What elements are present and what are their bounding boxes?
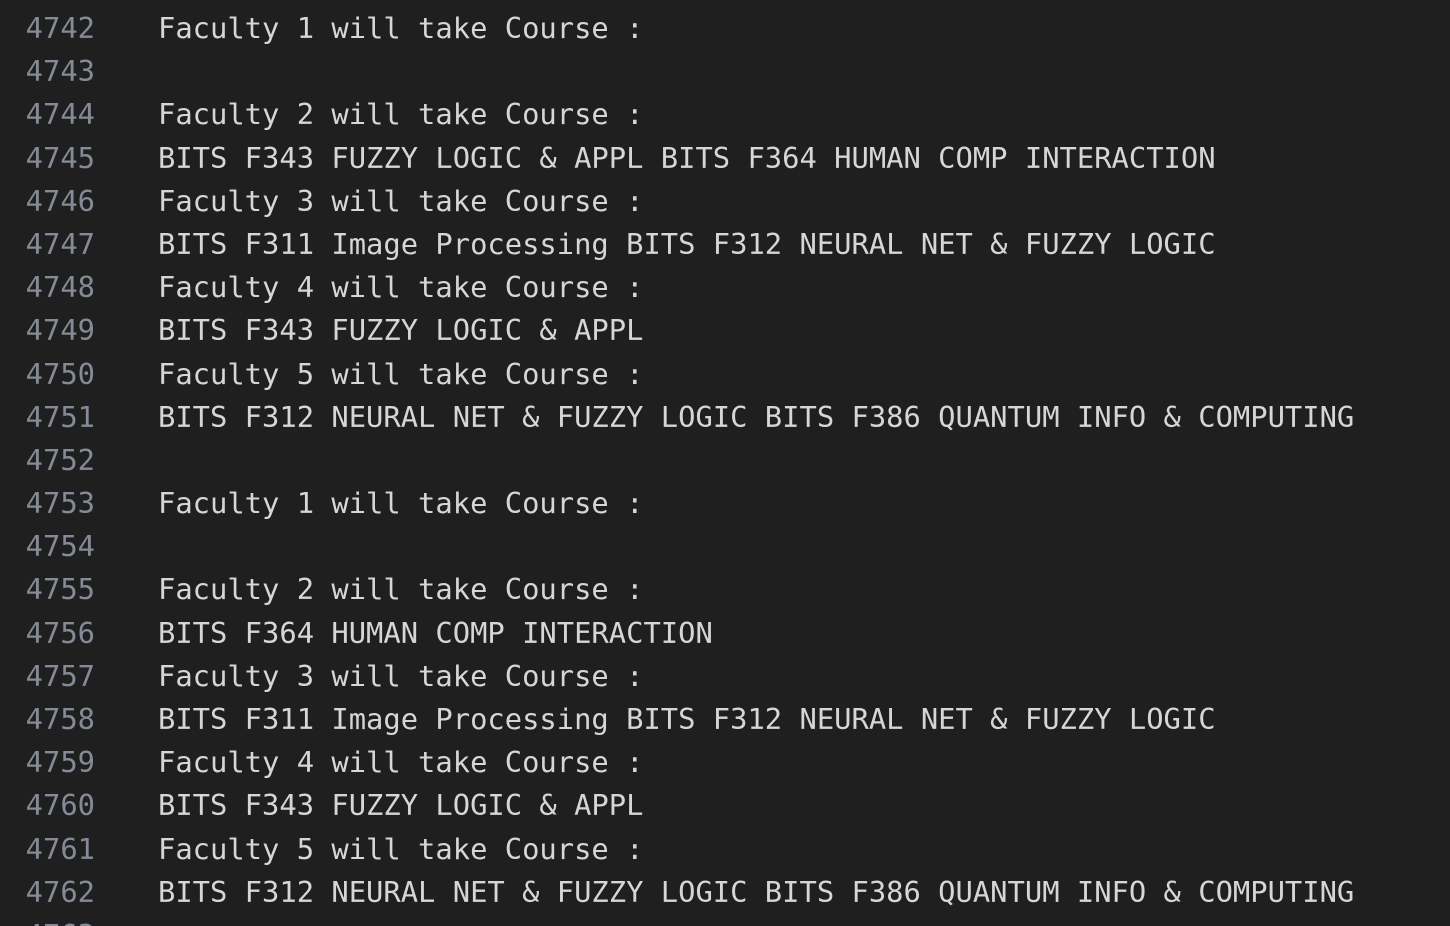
editor-line[interactable]: 4745 BITS F343 FUZZY LOGIC & APPL BITS F3… — [0, 137, 1450, 180]
editor-line[interactable]: 4756 BITS F364 HUMAN COMP INTERACTION — [0, 612, 1450, 655]
line-text[interactable]: Faculty 2 will take Course : — [95, 568, 1450, 611]
line-text[interactable] — [95, 50, 1450, 93]
line-number: 4761 — [25, 831, 95, 866]
editor-line[interactable]: 4751 BITS F312 NEURAL NET & FUZZY LOGIC B… — [0, 396, 1450, 439]
line-text[interactable]: Faculty 5 will take Course : — [95, 828, 1450, 871]
line-text[interactable]: Faculty 2 will take Course : — [95, 93, 1450, 136]
editor-line[interactable]: 4742 Faculty 1 will take Course : — [0, 7, 1450, 50]
line-number: 4748 — [25, 270, 95, 305]
editor-line[interactable]: 4747 BITS F311 Image Processing BITS F312… — [0, 223, 1450, 266]
editor-line[interactable]: 4753 Faculty 1 will take Course : — [0, 482, 1450, 525]
line-number: 4763 — [0, 914, 95, 926]
code-editor[interactable]: 4742 Faculty 1 will take Course :4743 4744… — [0, 0, 1450, 926]
editor-line[interactable]: 4759 Faculty 4 will take Course : — [0, 741, 1450, 784]
line-number: 4755 — [25, 572, 95, 607]
line-text[interactable]: BITS F311 Image Processing BITS F312 NEU… — [95, 223, 1450, 266]
editor-line[interactable]: 4760 BITS F343 FUZZY LOGIC & APPL — [0, 784, 1450, 827]
line-text[interactable]: Faculty 4 will take Course : — [95, 266, 1450, 309]
editor-line[interactable]: 4746 Faculty 3 will take Course : — [0, 180, 1450, 223]
line-number: 4744 — [25, 97, 95, 132]
editor-line[interactable]: 4752 — [0, 439, 1450, 482]
editor-line[interactable]: 4743 — [0, 50, 1450, 93]
line-text[interactable]: BITS F343 FUZZY LOGIC & APPL — [95, 309, 1450, 352]
editor-line[interactable]: 4762 BITS F312 NEURAL NET & FUZZY LOGIC B… — [0, 871, 1450, 914]
editor-lines: 4742 Faculty 1 will take Course :4743 4744… — [0, 7, 1450, 926]
editor-line[interactable]: 4757 Faculty 3 will take Course : — [0, 655, 1450, 698]
line-number: 4743 — [25, 54, 95, 89]
line-number: 4754 — [25, 529, 95, 564]
line-text[interactable]: Faculty 1 will take Course : — [95, 482, 1450, 525]
line-number: 4752 — [25, 442, 95, 477]
line-text[interactable]: BITS F312 NEURAL NET & FUZZY LOGIC BITS … — [95, 396, 1450, 439]
line-text[interactable]: Faculty 5 will take Course : — [95, 353, 1450, 396]
line-text[interactable]: BITS F312 NEURAL NET & FUZZY LOGIC BITS … — [95, 871, 1450, 914]
editor-line[interactable]: 4749 BITS F343 FUZZY LOGIC & APPL — [0, 309, 1450, 352]
line-number: 4762 — [25, 874, 95, 909]
line-text[interactable]: BITS F364 HUMAN COMP INTERACTION — [95, 612, 1450, 655]
line-text[interactable]: BITS F343 FUZZY LOGIC & APPL BITS F364 H… — [95, 137, 1450, 180]
line-text[interactable]: Faculty 3 will take Course : — [95, 180, 1450, 223]
line-text[interactable] — [95, 914, 1450, 926]
line-number: 4751 — [25, 399, 95, 434]
editor-line[interactable]: 4744 Faculty 2 will take Course : — [0, 93, 1450, 136]
line-text[interactable]: Faculty 4 will take Course : — [95, 741, 1450, 784]
line-number: 4745 — [25, 140, 95, 175]
line-number: 4746 — [25, 183, 95, 218]
line-number: 4750 — [25, 356, 95, 391]
line-text[interactable] — [95, 525, 1450, 568]
editor-line[interactable]: 4748 Faculty 4 will take Course : — [0, 266, 1450, 309]
line-number: 4742 — [25, 11, 95, 45]
line-text[interactable] — [95, 439, 1450, 482]
line-number: 4747 — [25, 226, 95, 261]
line-number: 4758 — [25, 702, 95, 736]
editor-line[interactable]: 4754 — [0, 525, 1450, 568]
editor-line[interactable]: 4763 — [0, 914, 1450, 926]
line-number: 4759 — [25, 745, 95, 780]
editor-line[interactable]: 4758 BITS F311 Image Processing BITS F312… — [0, 698, 1450, 741]
line-number: 4753 — [25, 486, 95, 521]
line-number: 4757 — [25, 658, 95, 693]
editor-line[interactable]: 4755 Faculty 2 will take Course : — [0, 568, 1450, 611]
line-text[interactable]: Faculty 3 will take Course : — [95, 655, 1450, 698]
line-number: 4760 — [25, 788, 95, 823]
line-number: 4756 — [25, 615, 95, 650]
line-number: 4749 — [25, 313, 95, 348]
line-text[interactable]: BITS F311 Image Processing BITS F312 NEU… — [95, 698, 1450, 741]
line-text[interactable]: Faculty 1 will take Course : — [95, 7, 1450, 50]
editor-line[interactable]: 4761 Faculty 5 will take Course : — [0, 828, 1450, 871]
line-text[interactable]: BITS F343 FUZZY LOGIC & APPL — [95, 784, 1450, 827]
editor-line[interactable]: 4750 Faculty 5 will take Course : — [0, 353, 1450, 396]
